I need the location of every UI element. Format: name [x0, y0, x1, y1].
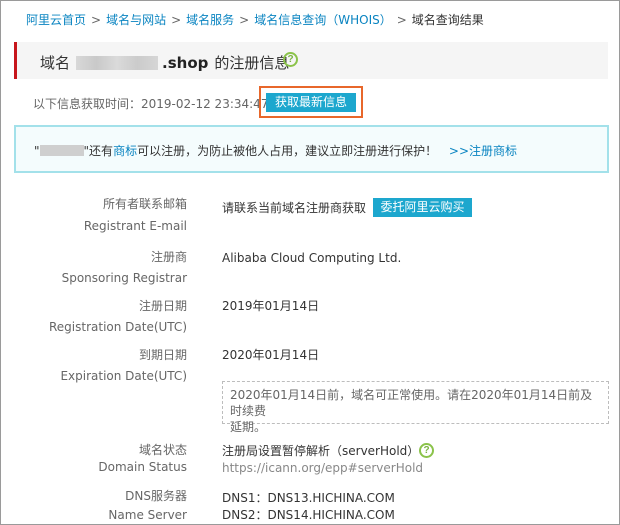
dns-value: DNS1：DNS13.HICHINA.COM DNS2：DNS14.HICHIN… [222, 490, 395, 524]
notice-text: " "还有商标可以注册，为防止被他人占用，建议立即注册进行保护！ >>注册商标 [34, 142, 517, 159]
title-domain: .shop [162, 54, 209, 72]
breadcrumb-whois[interactable]: 域名信息查询（WHOIS） [254, 13, 392, 27]
email-label: 所有者联系邮箱 Registrant E-mail [84, 194, 187, 237]
breadcrumb-current: 域名查询结果 [411, 13, 484, 27]
trademark-notice: " "还有商标可以注册，为防止被他人占用，建议立即注册进行保护！ >>注册商标 [14, 125, 609, 173]
dns1: DNS1：DNS13.HICHINA.COM [222, 491, 395, 505]
trademark-link[interactable]: 商标 [113, 144, 137, 158]
exp-date-label: 到期日期 Expiration Date(UTC) [60, 345, 187, 387]
page-title-bar: 域名 .shop 的注册信息 ? [14, 42, 608, 79]
help-icon[interactable]: ? [283, 52, 298, 67]
help-icon[interactable]: ? [419, 443, 434, 458]
reg-date-label-cn: 注册日期 [138, 299, 187, 313]
status-label-en: Domain Status [98, 460, 187, 474]
notice-text-a: "还有 [83, 144, 114, 158]
register-trademark-link[interactable]: >>注册商标 [449, 144, 517, 158]
email-label-en: Registrant E-mail [83, 219, 187, 233]
page-title: 域名 .shop 的注册信息 [40, 52, 289, 73]
exp-date-label-en: Expiration Date(UTC) [60, 369, 187, 383]
email-label-cn: 所有者联系邮箱 [102, 197, 187, 211]
breadcrumb-separator: > [239, 13, 250, 27]
expiration-note: 2020年01月14日前，域名可正常使用。请在2020年01月14日前及时续费 … [222, 381, 609, 434]
notice-text-b: 可以注册，为防止被他人占用，建议立即注册进行保护！ [137, 144, 438, 158]
registrar-value: Alibaba Cloud Computing Ltd. [222, 251, 402, 265]
exp-date-value: 2020年01月14日 [222, 348, 320, 362]
reg-date-label: 注册日期 Registration Date(UTC) [49, 296, 187, 338]
dns-label: DNS服务器 Name Server [108, 486, 187, 525]
expiration-note-line1: 2020年01月14日前，域名可正常使用。请在2020年01月14日前及时续费 [230, 388, 593, 418]
breadcrumb-domain-service[interactable]: 域名服务 [186, 13, 234, 27]
status-link[interactable]: https://icann.org/epp#serverHold [222, 460, 423, 477]
reg-date-label-en: Registration Date(UTC) [48, 320, 187, 334]
fetch-time-label: 以下信息获取时间：2019-02-12 23:34:47 [33, 97, 269, 111]
breadcrumb: 阿里云首页 > 域名与网站 > 域名服务 > 域名信息查询（WHOIS） > 域名查询结果 [26, 11, 484, 28]
reg-date-value: 2019年01月14日 [222, 299, 320, 313]
entrust-purchase-button[interactable]: 委托阿里云购买 [373, 198, 472, 217]
fetch-latest-button[interactable]: 获取最新信息 [266, 93, 356, 112]
registrar-label-cn: 注册商 [150, 250, 187, 264]
redacted-name [39, 145, 84, 156]
dns-label-cn: DNS服务器 [125, 489, 187, 503]
title-prefix: 域名 [40, 54, 71, 72]
expiration-note-line2: 延期。 [230, 420, 267, 434]
registrar-label: 注册商 Sponsoring Registrar [62, 247, 187, 289]
dns-label-en: Name Server [108, 508, 187, 522]
status-label: 域名状态 Domain Status [98, 440, 187, 478]
status-value: 注册局设置暂停解析（serverHold） https://icann.org/… [222, 443, 423, 477]
breadcrumb-home[interactable]: 阿里云首页 [26, 13, 86, 27]
exp-date-label-cn: 到期日期 [138, 348, 187, 362]
breadcrumb-separator: > [396, 13, 407, 27]
redacted-domain-name [76, 56, 159, 70]
status-text: 注册局设置暂停解析（serverHold） [222, 444, 420, 458]
email-value: 请联系当前域名注册商获取 [222, 201, 367, 215]
registrar-label-en: Sponsoring Registrar [61, 271, 187, 285]
breadcrumb-separator: > [171, 13, 182, 27]
title-suffix: 的注册信息 [214, 54, 290, 72]
breadcrumb-domain-site[interactable]: 域名与网站 [106, 13, 166, 27]
breadcrumb-separator: > [91, 13, 102, 27]
dns2: DNS2：DNS14.HICHINA.COM [222, 508, 395, 522]
